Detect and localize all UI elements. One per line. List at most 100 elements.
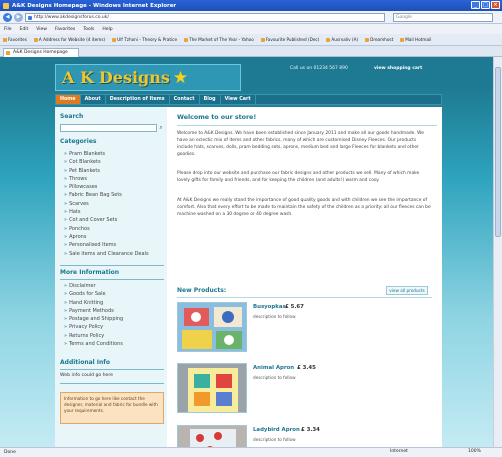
product-price: £ 3.34 xyxy=(301,427,320,433)
menu-edit[interactable]: Edit xyxy=(20,27,29,32)
divider xyxy=(60,265,164,266)
window-controls: _ □ × xyxy=(471,1,500,9)
zoom-level[interactable]: 100% xyxy=(468,449,481,454)
favorite-link[interactable]: Ulf Tzhoni - Theory & Pratice xyxy=(112,37,177,42)
page-icon xyxy=(112,37,117,42)
nav-about[interactable]: About xyxy=(81,95,106,104)
product-item: Busyopkas £ 5.67 description to follow xyxy=(177,302,432,356)
nav-description[interactable]: Description of Items xyxy=(106,95,170,104)
favorite-link[interactable]: A Address for Website (4 items) xyxy=(33,37,105,42)
minimize-button[interactable]: _ xyxy=(471,1,480,9)
product-name-link[interactable]: Busyopkas xyxy=(253,304,286,310)
categories-heading: Categories xyxy=(60,138,97,145)
divider xyxy=(177,297,432,298)
nav-view-cart[interactable]: View Cart xyxy=(221,95,256,104)
nav-blog[interactable]: Blog xyxy=(200,95,221,104)
logo-designs-text: Designs xyxy=(98,68,170,87)
category-item[interactable]: Sale items and Clearance Deals xyxy=(64,250,149,258)
favorites-button[interactable]: Favorites xyxy=(3,37,27,42)
category-item[interactable]: Cot Blankets xyxy=(64,158,149,166)
page-icon xyxy=(260,37,265,42)
info-link[interactable]: Goods for Sale xyxy=(64,290,123,298)
site-logo[interactable]: A K Designs ★ xyxy=(55,64,241,91)
info-link[interactable]: Postage and Shipping xyxy=(64,315,123,323)
intro-paragraph: At A&K Designs we really stand the impor… xyxy=(177,198,431,217)
category-item[interactable]: Pet Blankets xyxy=(64,167,149,175)
favorites-bar: Favorites A Address for Website (4 items… xyxy=(0,34,502,46)
info-link[interactable]: Hand Knitting xyxy=(64,299,123,307)
info-note-box: Information to go here like contact the … xyxy=(60,392,164,424)
site-search-input[interactable] xyxy=(60,124,157,132)
divider xyxy=(177,125,437,126)
tab-homepage[interactable]: A&K Designs Homepage xyxy=(3,48,79,57)
info-link[interactable]: Payment Methods xyxy=(64,307,123,315)
favorite-link[interactable]: The Market of The Year - Yahoo xyxy=(184,37,254,42)
view-cart-link[interactable]: view shopping cart xyxy=(374,66,422,71)
category-item[interactable]: Scarves xyxy=(64,200,149,208)
vertical-scrollbar[interactable] xyxy=(493,57,502,447)
menu-favorites[interactable]: Favorites xyxy=(55,27,75,32)
star-icon: ★ xyxy=(172,67,189,88)
category-item[interactable]: Throws xyxy=(64,175,149,183)
star-icon xyxy=(3,37,7,42)
search-heading: Search xyxy=(60,113,84,120)
category-item[interactable]: Personalised Items xyxy=(64,241,149,249)
call-us-text: Call us on 01234 567 890 xyxy=(290,66,348,71)
menu-view[interactable]: View xyxy=(36,27,47,32)
divider xyxy=(60,279,164,280)
favorite-link[interactable]: Ausrvaliv (A) xyxy=(326,37,358,42)
page-icon xyxy=(184,37,189,42)
menu-file[interactable]: File xyxy=(4,27,12,32)
url-input[interactable]: http://www.akdesignsforus.co.uk/ xyxy=(25,12,385,22)
info-link[interactable]: Disclaimer xyxy=(64,282,123,290)
category-item[interactable]: Pillowcases xyxy=(64,183,149,191)
favorite-link[interactable]: Mail Hotmail xyxy=(400,37,431,42)
product-image[interactable] xyxy=(177,363,247,413)
additional-info-heading: Additional Info xyxy=(60,359,111,366)
product-description: description to follow xyxy=(253,437,296,442)
info-link[interactable]: Terms and Conditions xyxy=(64,340,123,348)
main-column: Welcome to our store! Welcome to A&K Des… xyxy=(177,107,437,447)
search-input[interactable]: Google xyxy=(393,12,493,22)
ie-icon xyxy=(3,2,9,9)
more-info-heading: More Information xyxy=(60,269,120,276)
search-icon[interactable]: ⌕ xyxy=(158,124,164,132)
view-all-products-button[interactable]: view all products xyxy=(386,286,428,295)
info-link[interactable]: Privacy Policy xyxy=(64,323,123,331)
status-text: Done xyxy=(4,450,16,455)
status-bar: Done Internet 100% xyxy=(0,447,502,457)
security-zone: Internet xyxy=(390,449,408,454)
info-link[interactable]: Returns Policy xyxy=(64,332,123,340)
product-image[interactable] xyxy=(177,425,247,447)
category-item[interactable]: Pram Blankets xyxy=(64,150,149,158)
favorite-link[interactable]: Dreamhost xyxy=(365,37,393,42)
category-item[interactable]: Ponchos xyxy=(64,225,149,233)
back-button[interactable]: ◀ xyxy=(3,12,12,22)
product-name-link[interactable]: Ladybird Apron xyxy=(253,427,300,433)
more-info-list: Disclaimer Goods for Sale Hand Knitting … xyxy=(64,282,123,348)
category-item[interactable]: Aprons xyxy=(64,233,149,241)
intro-paragraph: Please drop into our website and purchas… xyxy=(177,171,420,183)
scrollbar-thumb[interactable] xyxy=(495,67,501,237)
sidebar: Search ⌕ Categories Pram Blankets Cot Bl… xyxy=(55,107,167,447)
category-item[interactable]: Hats xyxy=(64,208,149,216)
nav-contact[interactable]: Contact xyxy=(170,95,200,104)
address-bar: ◀ ▶ http://www.akdesignsforus.co.uk/ Goo… xyxy=(0,11,502,24)
content-panel: Search ⌕ Categories Pram Blankets Cot Bl… xyxy=(55,107,442,447)
product-image[interactable] xyxy=(177,302,247,352)
close-button[interactable]: × xyxy=(491,1,500,9)
nav-home[interactable]: Home xyxy=(56,95,81,104)
ladybird-apron-picture xyxy=(178,426,246,447)
animal-apron-picture xyxy=(178,364,246,412)
category-item[interactable]: Fabric Bean Bag Sets xyxy=(64,191,149,199)
category-item[interactable]: Cot and Cover Sets xyxy=(64,216,149,224)
category-list: Pram Blankets Cot Blankets Pet Blankets … xyxy=(64,150,149,258)
menu-help[interactable]: Help xyxy=(102,27,112,32)
maximize-button[interactable]: □ xyxy=(481,1,490,9)
product-name-link[interactable]: Animal Apron xyxy=(253,365,294,371)
forward-button[interactable]: ▶ xyxy=(14,12,23,22)
menu-tools[interactable]: Tools xyxy=(83,27,94,32)
tab-strip: A&K Designs Homepage xyxy=(0,46,502,57)
favorite-link[interactable]: Favourite Published (Dec) xyxy=(260,37,319,42)
page-title: Welcome to our store! xyxy=(177,114,257,121)
